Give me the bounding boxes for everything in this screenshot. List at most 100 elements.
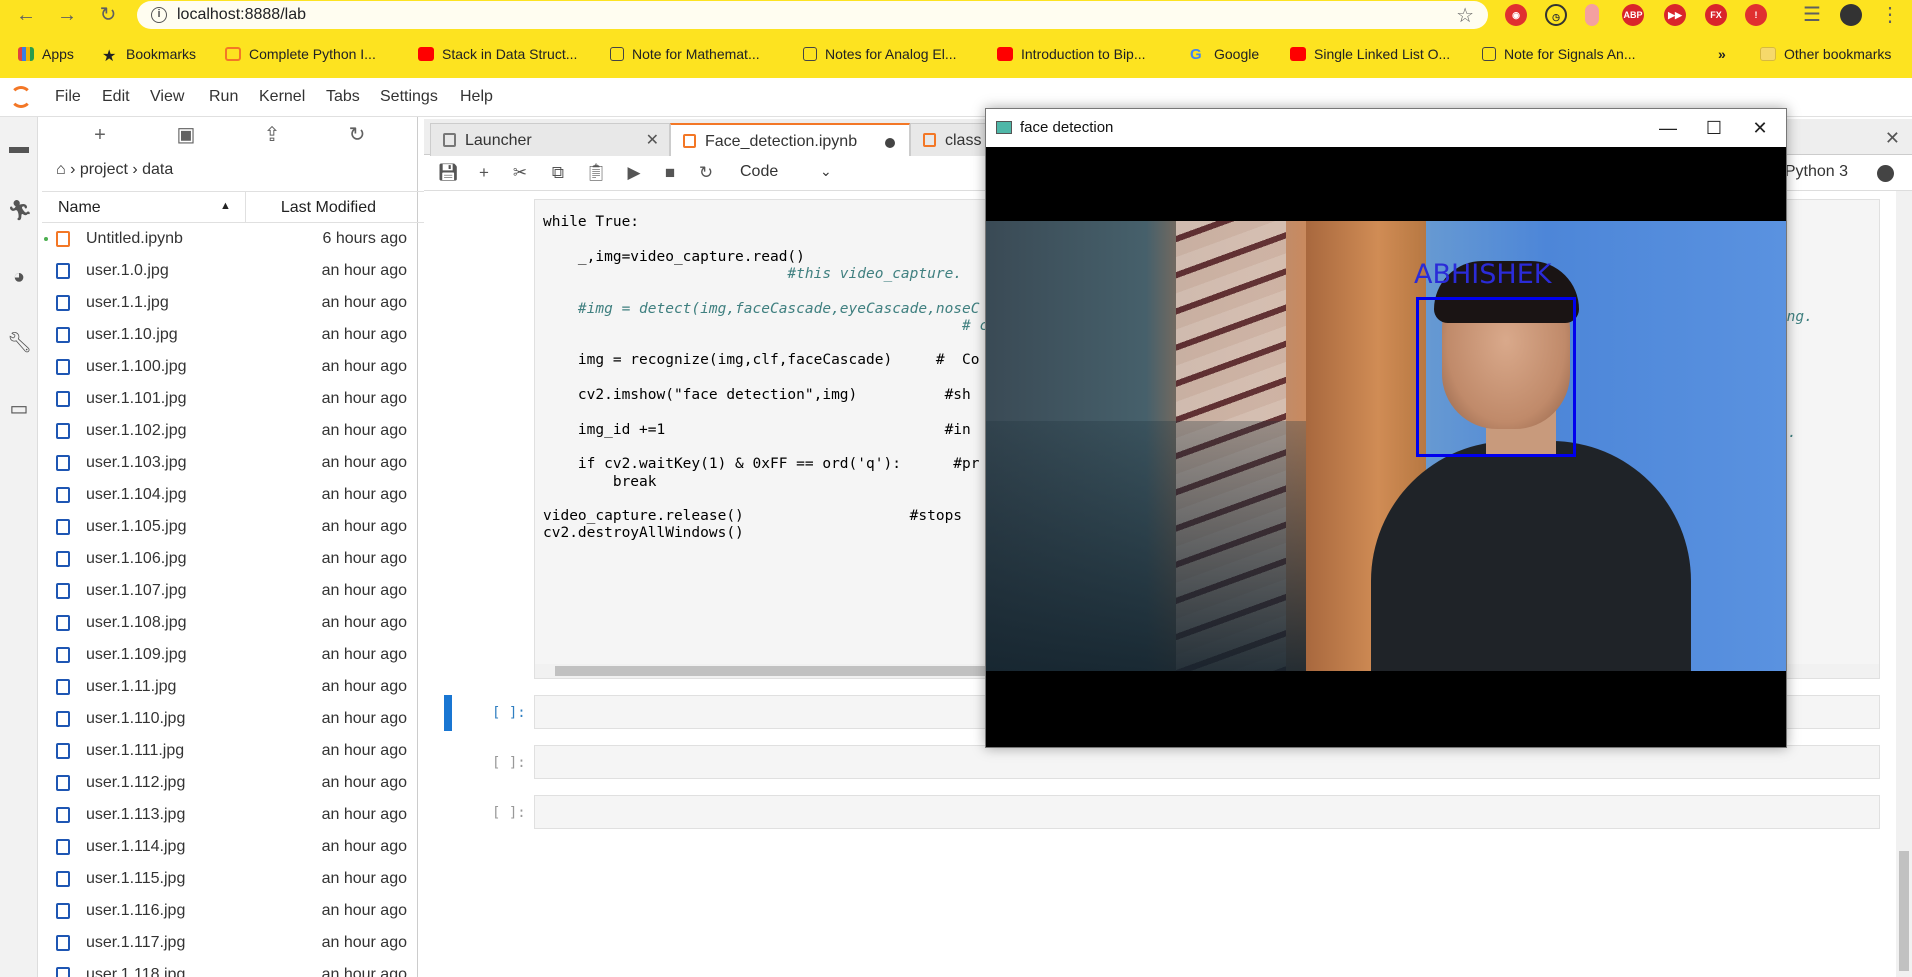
breadcrumb-path[interactable]: project › data	[80, 161, 173, 178]
wrench-icon[interactable]: 🔧︎	[7, 331, 32, 355]
speedometer-extension-icon[interactable]: ◷	[1545, 4, 1567, 26]
profile-avatar[interactable]	[1840, 4, 1862, 26]
adblock-plus-icon[interactable]: ABP	[1622, 4, 1644, 26]
kernel-name[interactable]: Python 3	[1785, 163, 1848, 181]
file-row[interactable]: user.1.103.jpg an hour ago	[42, 447, 407, 479]
bookmark-intro-bip[interactable]: Introduction to Bip...	[997, 46, 1146, 62]
new-launcher-icon[interactable]: +	[88, 123, 112, 147]
file-row[interactable]: user.1.101.jpg an hour ago	[42, 383, 407, 415]
extension-icon[interactable]: !	[1745, 4, 1767, 26]
upload-icon[interactable]: ⇪	[260, 123, 284, 147]
tab-launcher[interactable]: Launcher ✕	[430, 123, 670, 156]
menu-edit[interactable]: Edit	[102, 88, 130, 106]
tabs-icon[interactable]: ▭	[7, 397, 31, 421]
reading-list-icon[interactable]: ☰	[1800, 3, 1824, 27]
column-divider[interactable]	[245, 192, 246, 223]
bookmark-single-linked-list[interactable]: Single Linked List O...	[1290, 46, 1450, 62]
extension-icon[interactable]: ◉	[1505, 4, 1527, 26]
empty-code-cell[interactable]	[534, 795, 1880, 829]
browser-menu-icon[interactable]: ⋮	[1878, 3, 1902, 27]
address-bar[interactable]: i localhost:8888/lab ☆	[137, 1, 1488, 29]
insert-cell-icon[interactable]: +	[472, 161, 496, 185]
close-icon[interactable]: ✕	[1747, 115, 1773, 141]
bookmark-note-mathematics[interactable]: Note for Mathemat...	[610, 46, 760, 62]
cell-type-dropdown[interactable]: Code	[740, 163, 778, 181]
minimize-icon[interactable]: —	[1655, 115, 1681, 141]
file-row[interactable]: user.1.117.jpg an hour ago	[42, 927, 407, 959]
file-row[interactable]: user.1.0.jpg an hour ago	[42, 255, 407, 287]
bookmark-bookmarks[interactable]: ★ Bookmarks	[102, 46, 196, 65]
chevron-down-icon[interactable]: ⌄	[820, 163, 832, 180]
fast-forward-extension-icon[interactable]: ▶▶	[1664, 4, 1686, 26]
menu-help[interactable]: Help	[460, 88, 493, 106]
file-row[interactable]: user.1.104.jpg an hour ago	[42, 479, 407, 511]
site-info-icon[interactable]: i	[151, 7, 167, 23]
palette-icon[interactable]: ◕	[7, 265, 31, 289]
sort-ascending-icon[interactable]: ▲	[220, 200, 231, 212]
file-row[interactable]: user.1.114.jpg an hour ago	[42, 831, 407, 863]
save-icon[interactable]: 💾︎	[436, 161, 460, 185]
file-row[interactable]: user.1.115.jpg an hour ago	[42, 863, 407, 895]
empty-code-cell[interactable]	[534, 745, 1880, 779]
extension-icon[interactable]	[1585, 4, 1599, 26]
menu-tabs[interactable]: Tabs	[326, 88, 360, 106]
file-row[interactable]: user.1.108.jpg an hour ago	[42, 607, 407, 639]
bookmark-google[interactable]: G Google	[1190, 46, 1259, 63]
copy-icon[interactable]: ⧉	[546, 161, 570, 185]
menu-kernel[interactable]: Kernel	[259, 88, 305, 106]
file-row[interactable]: user.1.102.jpg an hour ago	[42, 415, 407, 447]
file-row[interactable]: user.1.106.jpg an hour ago	[42, 543, 407, 575]
stop-icon[interactable]: ■	[658, 161, 682, 185]
menu-settings[interactable]: Settings	[380, 88, 438, 106]
scrollbar-thumb[interactable]	[555, 666, 1055, 676]
url-text[interactable]: localhost:8888/lab	[177, 6, 306, 24]
file-row[interactable]: user.1.112.jpg an hour ago	[42, 767, 407, 799]
file-row[interactable]: user.1.116.jpg an hour ago	[42, 895, 407, 927]
file-row[interactable]: user.1.10.jpg an hour ago	[42, 319, 407, 351]
scrollbar-thumb[interactable]	[1899, 851, 1909, 971]
back-icon[interactable]: ←	[14, 3, 38, 27]
breadcrumb[interactable]: ⌂ › project › data	[56, 161, 173, 179]
file-row[interactable]: user.1.109.jpg an hour ago	[42, 639, 407, 671]
bookmark-stack-data-struct[interactable]: Stack in Data Struct...	[418, 46, 577, 62]
column-name-header[interactable]: Name	[58, 199, 101, 217]
file-row[interactable]: user.1.111.jpg an hour ago	[42, 735, 407, 767]
close-tab-icon[interactable]: ✕	[646, 130, 659, 150]
unsaved-dot-icon[interactable]	[885, 138, 895, 148]
bookmark-note-signals[interactable]: Note for Signals An...	[1482, 46, 1636, 62]
close-icon[interactable]: ✕	[1885, 128, 1900, 149]
running-icon[interactable]: 🏃︎	[7, 199, 32, 223]
extension-icon[interactable]: FX	[1705, 4, 1727, 26]
file-row[interactable]: user.1.1.jpg an hour ago	[42, 287, 407, 319]
reload-icon[interactable]: ↻	[96, 3, 120, 27]
file-row[interactable]: Untitled.ipynb 6 hours ago	[42, 223, 407, 255]
paste-icon[interactable]: 📋︎	[584, 161, 608, 185]
file-row[interactable]: user.1.110.jpg an hour ago	[42, 703, 407, 735]
cut-icon[interactable]: ✂	[508, 161, 532, 185]
menu-file[interactable]: File	[55, 88, 81, 106]
file-row[interactable]: user.1.107.jpg an hour ago	[42, 575, 407, 607]
home-icon[interactable]: ⌂ ›	[56, 161, 80, 178]
other-bookmarks[interactable]: Other bookmarks	[1760, 46, 1891, 62]
forward-icon[interactable]: →	[55, 3, 79, 27]
bookmark-apps[interactable]: Apps	[18, 46, 74, 62]
file-row[interactable]: user.1.118.jpg an hour ago	[42, 959, 407, 977]
window-titlebar[interactable]: face detection — ☐ ✕	[986, 109, 1786, 147]
notebook-vertical-scrollbar[interactable]	[1896, 191, 1912, 977]
menu-view[interactable]: View	[150, 88, 184, 106]
file-row[interactable]: user.1.100.jpg an hour ago	[42, 351, 407, 383]
menu-run[interactable]: Run	[209, 88, 238, 106]
column-modified-header[interactable]: Last Modified	[281, 199, 376, 217]
face-detection-window[interactable]: face detection — ☐ ✕ ABHISHEK	[985, 108, 1787, 748]
file-row[interactable]: user.1.113.jpg an hour ago	[42, 799, 407, 831]
bookmark-complete-python[interactable]: Complete Python I...	[225, 46, 376, 62]
tab-face-detection[interactable]: Face_detection.ipynb	[670, 123, 910, 156]
run-icon[interactable]: ▶	[622, 161, 646, 185]
file-row[interactable]: user.1.11.jpg an hour ago	[42, 671, 407, 703]
bookmark-notes-analog[interactable]: Notes for Analog El...	[803, 46, 957, 62]
bookmark-star-icon[interactable]: ☆	[1456, 3, 1474, 28]
maximize-icon[interactable]: ☐	[1701, 115, 1727, 141]
new-folder-icon[interactable]: ▣	[174, 123, 198, 147]
restart-icon[interactable]: ↻	[694, 161, 718, 185]
bookmarks-overflow-icon[interactable]: »	[1718, 46, 1726, 62]
